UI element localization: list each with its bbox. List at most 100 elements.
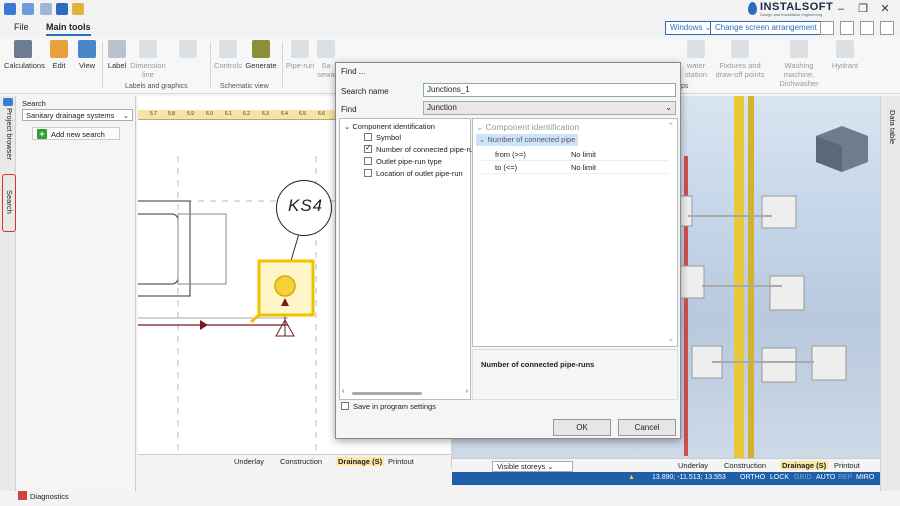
dimension-line-label: Dimension line xyxy=(130,61,166,79)
tab-construction[interactable]: Construction xyxy=(280,457,322,466)
tree-item-label: Symbol xyxy=(376,133,402,142)
redo-icon[interactable] xyxy=(40,3,52,15)
sewage-label: Sa sewa xyxy=(317,61,335,79)
prop-value[interactable]: No limit xyxy=(571,150,596,159)
scroll-thumb[interactable] xyxy=(352,392,422,395)
prop-value[interactable]: No limit xyxy=(571,163,596,172)
tree-root[interactable]: ⌄ Component identification xyxy=(344,122,435,131)
data-table-tab[interactable]: Data table xyxy=(885,110,897,144)
fixtures-button[interactable]: Fixtures and draw-off points xyxy=(712,40,768,79)
menu-row: File Main tools Windows ⌄ Change screen … xyxy=(0,18,900,38)
scroll-up-icon[interactable]: ⌃ xyxy=(668,122,674,130)
open-folder-icon[interactable] xyxy=(72,3,84,15)
chevron-down-icon: ⌄ xyxy=(122,111,129,120)
save-settings-option[interactable]: Save in program settings xyxy=(341,402,436,411)
tree-horizontal-scrollbar[interactable]: ‹ › xyxy=(342,388,468,397)
pipe-run-button[interactable]: Pipe-run xyxy=(285,40,315,70)
settings-icon[interactable] xyxy=(860,21,874,35)
tab-printout[interactable]: Printout xyxy=(388,457,414,466)
dock-menu-icon[interactable] xyxy=(3,98,13,106)
help-icon[interactable] xyxy=(840,21,854,35)
tab-drainage-3d[interactable]: Drainage (S) xyxy=(780,461,829,470)
close-button[interactable]: ✕ xyxy=(878,2,892,16)
minimize-button[interactable]: – xyxy=(834,2,848,16)
graphics-icon xyxy=(179,40,197,58)
hydrant-icon xyxy=(836,40,854,58)
label-button[interactable]: Label xyxy=(105,40,129,70)
menu-main-tools[interactable]: Main tools xyxy=(46,22,91,36)
scroll-left-icon[interactable]: ‹ xyxy=(342,388,344,395)
prop-key: to (<=) xyxy=(495,163,518,172)
controls-button[interactable]: Controls xyxy=(213,40,243,70)
find-dropdown[interactable]: Junction ⌄ xyxy=(423,101,676,115)
view-button[interactable]: View xyxy=(76,40,98,70)
search-name-input[interactable]: Junctions_1 xyxy=(423,83,676,97)
ok-button[interactable]: OK xyxy=(553,419,611,436)
visible-storeys-dropdown[interactable]: Visible storeys ⌄ xyxy=(492,461,573,472)
tree-item-connected-pipe-runs[interactable]: Number of connected pipe-ru xyxy=(364,143,473,154)
scroll-down-icon[interactable]: ⌄ xyxy=(668,335,674,343)
washing-machine-icon xyxy=(790,40,808,58)
prop-row-to[interactable]: to (<=) No limit xyxy=(481,161,669,174)
rep-toggle[interactable]: REP xyxy=(838,474,852,481)
tree-item-symbol[interactable]: Symbol xyxy=(364,133,401,142)
undo-icon[interactable] xyxy=(22,3,34,15)
layout-icon[interactable] xyxy=(820,21,834,35)
warning-icon[interactable]: ▲ xyxy=(628,474,635,481)
project-browser-tab[interactable]: Project browser xyxy=(2,108,14,160)
tab-drainage[interactable]: Drainage (S) xyxy=(336,457,385,466)
add-new-search-button[interactable]: + Add new search xyxy=(32,127,120,140)
save-settings-checkbox[interactable] xyxy=(341,402,349,410)
tab-underlay-3d[interactable]: Underlay xyxy=(678,461,708,470)
search-tab[interactable]: Search xyxy=(2,190,14,214)
water-station-label: water station xyxy=(684,61,708,79)
water-station-button[interactable]: water station xyxy=(680,40,712,79)
washing-machine-button[interactable]: Washing machine, Dishwasher xyxy=(770,40,828,88)
generate-button[interactable]: Generate xyxy=(245,40,277,70)
lock-toggle[interactable]: LOCK xyxy=(770,474,789,481)
tree-item-outlet-type[interactable]: Outlet pipe-run type xyxy=(364,157,442,166)
calculations-label: Calculations xyxy=(4,61,45,70)
diagnostics-label: Diagnostics xyxy=(30,492,69,501)
water-station-icon xyxy=(687,40,705,58)
scroll-right-icon[interactable]: › xyxy=(466,388,468,395)
props-subsection[interactable]: ⌄ Number of connected pipe xyxy=(476,134,579,146)
auto-toggle[interactable]: AUTO xyxy=(816,474,835,481)
checkbox[interactable] xyxy=(364,157,372,165)
checkbox[interactable] xyxy=(364,133,372,141)
tree-item-outlet-location[interactable]: Location of outlet pipe-run xyxy=(364,169,463,178)
screen-arrangement-dropdown[interactable]: Change screen arrangement ⌄ xyxy=(710,21,831,35)
edit-button[interactable]: Edit xyxy=(48,40,70,70)
chevron-down-icon: ⌄ xyxy=(665,103,672,112)
system-dropdown[interactable]: Sanitary drainage systems ⌄ xyxy=(22,109,133,121)
dimension-line-button[interactable]: Dimension line xyxy=(130,40,166,79)
hydrant-button[interactable]: Hydrant xyxy=(830,40,860,70)
tree-item-label: Location of outlet pipe-run xyxy=(376,169,463,178)
props-section[interactable]: ⌄ Component identification xyxy=(476,122,579,133)
restore-button[interactable]: ❐ xyxy=(856,2,870,16)
prop-key: from (>=) xyxy=(495,150,526,159)
view-label: View xyxy=(78,61,96,70)
left-dock: Project browser Search xyxy=(0,96,16,491)
menu-file[interactable]: File xyxy=(14,22,29,32)
calculations-button[interactable]: Calculations xyxy=(4,40,45,70)
sewage-button[interactable]: Sa sewa xyxy=(316,40,336,79)
prop-row-from[interactable]: from (>=) No limit xyxy=(481,148,669,161)
miro-toggle[interactable]: MIRO xyxy=(856,474,874,481)
tab-construction-3d[interactable]: Construction xyxy=(724,461,766,470)
props-section-label: Component identification xyxy=(485,122,580,132)
collapse-ribbon-icon[interactable] xyxy=(880,21,894,35)
checkbox[interactable] xyxy=(364,143,372,153)
tab-underlay[interactable]: Underlay xyxy=(234,457,264,466)
checkbox[interactable] xyxy=(364,169,372,177)
graphics-tools[interactable] xyxy=(168,40,208,61)
save-icon[interactable] xyxy=(56,3,68,15)
diagnostics-tab[interactable]: Diagnostics xyxy=(18,491,218,505)
app-icon xyxy=(4,3,16,15)
windows-dropdown[interactable]: Windows ⌄ xyxy=(665,21,717,35)
windows-label: Windows xyxy=(670,23,703,32)
cancel-button[interactable]: Cancel xyxy=(618,419,676,436)
grid-toggle[interactable]: GRID xyxy=(794,474,812,481)
tab-printout-3d[interactable]: Printout xyxy=(834,461,860,470)
ortho-toggle[interactable]: ORTHO xyxy=(740,474,765,481)
